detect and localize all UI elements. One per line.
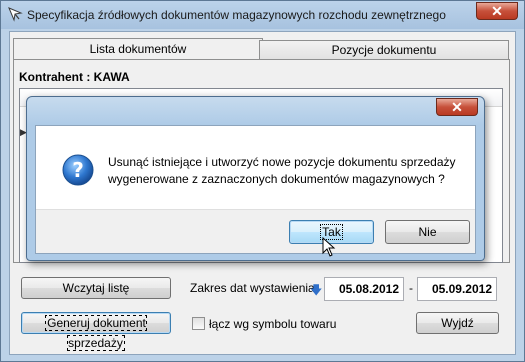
question-icon: ? bbox=[62, 154, 94, 186]
app-arrow-icon bbox=[8, 7, 23, 22]
date-from-field[interactable]: 05.08.2012 bbox=[324, 277, 404, 301]
dialog-body: ? Usunąć istniejące i utworzyć nowe pozy… bbox=[35, 125, 476, 254]
tab-label: Pozycje dokumentu bbox=[331, 43, 437, 57]
svg-text:?: ? bbox=[72, 158, 84, 182]
dialog-message-line1: Usunąć istniejące i utworzyć nowe pozycj… bbox=[108, 155, 456, 169]
exit-label: Wyjdź bbox=[441, 316, 474, 330]
generate-label: Generuj dokument sprzedaży bbox=[45, 315, 147, 351]
merge-by-symbol-label[interactable]: łącz wg symbolu towaru bbox=[209, 317, 336, 331]
dialog-message: Usunąć istniejące i utworzyć nowe pozycj… bbox=[108, 154, 468, 188]
tab-document-items[interactable]: Pozycje dokumentu bbox=[259, 40, 509, 60]
close-icon: ✕ bbox=[451, 99, 463, 115]
dialog-message-line2: wygenerowane z zaznaczonych dokumentów m… bbox=[108, 172, 445, 186]
mouse-cursor-icon bbox=[322, 237, 336, 257]
close-icon: ✕ bbox=[491, 3, 503, 19]
load-list-button[interactable]: Wczytaj listę bbox=[21, 277, 171, 299]
contractor-label: Kontrahent : KAWA bbox=[19, 70, 130, 84]
no-label: Nie bbox=[418, 225, 437, 239]
window-close-button[interactable]: ✕ bbox=[476, 2, 518, 20]
dialog-close-button[interactable]: ✕ bbox=[436, 98, 478, 116]
date-to-field[interactable]: 05.09.2012 bbox=[417, 277, 497, 301]
confirm-dialog: ✕ ? Usunąć istniejące i utworzyć nowe po… bbox=[26, 96, 485, 261]
sort-down-arrow-icon[interactable]: 🡇 bbox=[310, 281, 322, 302]
no-button[interactable]: Nie bbox=[385, 220, 470, 244]
date-separator: - bbox=[409, 281, 413, 295]
load-list-label: Wczytaj listę bbox=[62, 281, 130, 295]
merge-by-symbol-checkbox[interactable] bbox=[192, 317, 205, 330]
dialog-button-bar: Tak Nie bbox=[36, 209, 475, 253]
exit-button[interactable]: Wyjdź bbox=[416, 312, 499, 334]
generate-sales-document-button[interactable]: Generuj dokument sprzedaży bbox=[21, 312, 171, 351]
date-range-label: Zakres dat wystawienia bbox=[190, 281, 315, 295]
title-bar[interactable]: Specyfikacja źródłowych dokumentów magaz… bbox=[1, 1, 524, 29]
tab-label: Lista dokumentów bbox=[89, 42, 187, 56]
tab-document-list[interactable]: Lista dokumentów bbox=[13, 38, 263, 60]
window-title: Specyfikacja źródłowych dokumentów magaz… bbox=[27, 8, 446, 22]
